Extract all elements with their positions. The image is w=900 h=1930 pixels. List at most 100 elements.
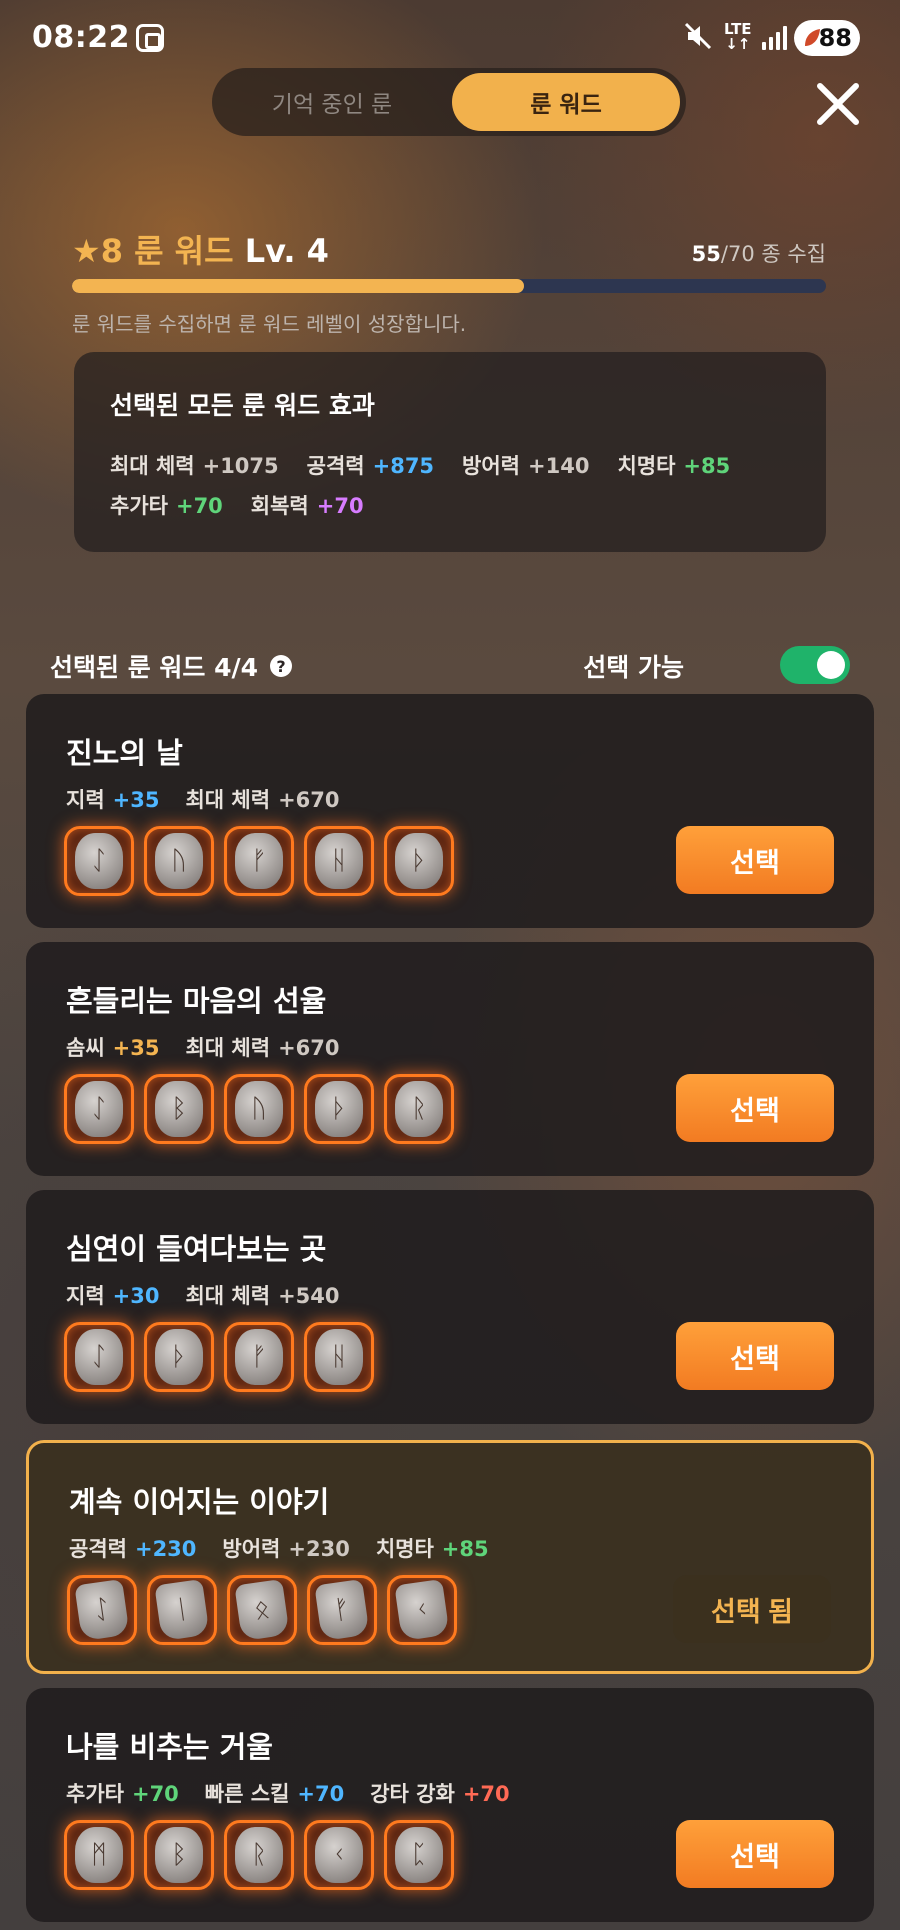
rune-slots: ᛇᛁᛟᚠᚲ <box>67 1575 457 1645</box>
rune-icon[interactable]: ᚲ <box>304 1820 374 1890</box>
rune-glyph: ᚠ <box>235 833 283 889</box>
level-label: Lv. 4 <box>244 232 329 270</box>
select-button[interactable]: 선택 <box>676 1820 834 1888</box>
stat-value: +230 <box>134 1537 197 1561</box>
stat-value: +85 <box>441 1537 489 1561</box>
selected-rune-words-header: 선택된 룬 워드 4/4 ? <box>50 648 293 684</box>
rune-icon[interactable]: ᛇ <box>64 1074 134 1144</box>
rune-glyph: ᚺ <box>315 1329 363 1385</box>
tab-rune-words[interactable]: 룬 워드 <box>452 73 680 131</box>
rune-slots: ᛇᚦᚠᚺ <box>64 1322 374 1392</box>
close-button[interactable] <box>814 80 862 128</box>
stat-value: +1075 <box>202 454 279 478</box>
stat-item: 최대 체력 +670 <box>185 784 339 814</box>
battery-saver-icon <box>805 29 820 46</box>
rune-word-card[interactable]: 계속 이어지는 이야기 공격력 +230 방어력 +230 치명타 +85 ᛇ ᛁ ᛟ ᚠ ᚲ 선택 됨 <box>26 1440 874 1674</box>
rune-word-card[interactable]: 진노의 날 지력 +35 최대 체력 +670 ᛇ ᚢ ᚠ ᚺ ᚦ 선택 <box>26 694 874 928</box>
stat-value: +30 <box>112 1284 160 1308</box>
rune-icon[interactable]: ᛇ <box>64 1322 134 1392</box>
rune-icon[interactable]: ᚢ <box>224 1074 294 1144</box>
screen-capture-icon <box>136 24 164 52</box>
rune-word-stats: 솜씨 +35 최대 체력 +670 <box>66 1032 340 1062</box>
stat-name: 회복력 <box>250 494 309 518</box>
stat-value: +670 <box>278 1036 340 1060</box>
stat-value: +70 <box>131 1782 179 1806</box>
battery-indicator: 88 <box>794 20 860 56</box>
rune-icon[interactable]: ᛇ <box>64 826 134 896</box>
select-button[interactable]: 선택 <box>676 1074 834 1142</box>
rune-glyph: ᚢ <box>235 1081 283 1137</box>
stat-item: 추가타 +70 <box>110 490 223 520</box>
rune-word-title: 나를 비추는 거울 <box>66 1730 273 1764</box>
rune-icon[interactable]: ᛒ <box>144 1074 214 1144</box>
rune-glyph: ᚱ <box>395 1081 443 1137</box>
selected-count-label: 선택된 룬 워드 4/4 <box>50 653 259 682</box>
stat-name: 지력 <box>66 788 105 812</box>
tab-memorized-runes[interactable]: 기억 중인 룬 <box>218 73 446 131</box>
selectable-label: 선택 가능 <box>583 653 684 682</box>
stat-value: +70 <box>297 1782 345 1806</box>
select-button[interactable]: 선택 <box>676 826 834 894</box>
rune-icon[interactable]: ᛗ <box>64 1820 134 1890</box>
rune-icon[interactable]: ᚠ <box>307 1575 377 1645</box>
level-progress-fill <box>72 279 525 293</box>
select-button[interactable]: 선택 <box>676 1322 834 1390</box>
rune-glyph: ᛇ <box>75 1081 123 1137</box>
rune-icon[interactable]: ᛒ <box>144 1820 214 1890</box>
help-icon[interactable]: ? <box>270 655 293 677</box>
rune-icon[interactable]: ᚦ <box>384 826 454 896</box>
rune-word-stats: 공격력 +230 방어력 +230 치명타 +85 <box>69 1533 489 1563</box>
rune-icon[interactable]: ᛁ <box>147 1575 217 1645</box>
stat-value: +35 <box>112 788 160 812</box>
rune-icon[interactable]: ᚱ <box>224 1820 294 1890</box>
rune-word-card[interactable]: 흔들리는 마음의 선율 솜씨 +35 최대 체력 +670 ᛇ ᛒ ᚢ ᚦ ᚱ 선택 <box>26 942 874 1176</box>
rune-word-stats: 추가타 +70 빠른 스킬 +70 강타 강화 +70 <box>66 1778 510 1808</box>
stat-value: +140 <box>528 454 590 478</box>
rune-word-card[interactable]: 나를 비추는 거울 추가타 +70 빠른 스킬 +70 강타 강화 +70 ᛗ ᛒ ᚱ ᚲ ᛈ 선택 <box>26 1688 874 1922</box>
rune-icon[interactable]: ᛟ <box>227 1575 297 1645</box>
rune-glyph: ᚺ <box>315 833 363 889</box>
stat-item: 추가타 +70 <box>66 1778 179 1808</box>
rune-glyph: ᛟ <box>234 1578 290 1642</box>
stat-name: 공격력 <box>69 1537 127 1561</box>
rune-icon[interactable]: ᛈ <box>384 1820 454 1890</box>
rune-glyph: ᛁ <box>154 1578 210 1642</box>
rune-glyph: ᛇ <box>74 1578 130 1642</box>
stat-item: 빠른 스킬 +70 <box>205 1778 344 1808</box>
rune-icon[interactable]: ᚠ <box>224 826 294 896</box>
rune-glyph: ᛈ <box>395 1827 443 1883</box>
stat-name: 최대 체력 <box>185 788 271 812</box>
rune-icon[interactable]: ᚢ <box>144 826 214 896</box>
rune-slots: ᛇᛒᚢᚦᚱ <box>64 1074 454 1144</box>
stat-value: +230 <box>288 1537 350 1561</box>
stat-name: 최대 체력 <box>185 1036 271 1060</box>
stat-name: 솜씨 <box>66 1036 105 1060</box>
rune-icon[interactable]: ᚲ <box>387 1575 457 1645</box>
rune-icon[interactable]: ᚠ <box>224 1322 294 1392</box>
rune-icon[interactable]: ᚦ <box>144 1322 214 1392</box>
rune-word-stats: 지력 +30 최대 체력 +540 <box>66 1280 340 1310</box>
rune-glyph: ᚲ <box>315 1827 363 1883</box>
rune-icon[interactable]: ᚦ <box>304 1074 374 1144</box>
stat-value: +35 <box>112 1036 160 1060</box>
selectable-toggle[interactable] <box>780 646 850 684</box>
battery-level: 88 <box>818 24 852 52</box>
selected-button[interactable]: 선택 됨 <box>673 1575 831 1643</box>
stat-name: 치명타 <box>617 454 676 478</box>
rune-icon[interactable]: ᚺ <box>304 826 374 896</box>
star-grade: ★8 <box>72 232 123 270</box>
stat-item: 최대 체력 +670 <box>185 1032 339 1062</box>
stat-name: 빠른 스킬 <box>204 1782 290 1806</box>
rune-glyph: ᛒ <box>155 1081 203 1137</box>
rune-icon[interactable]: ᚱ <box>384 1074 454 1144</box>
stat-item: 치명타 +85 <box>617 450 730 480</box>
rune-icon[interactable]: ᛇ <box>67 1575 137 1645</box>
stat-name: 방어력 <box>222 1537 281 1561</box>
rune-word-title: 계속 이어지는 이야기 <box>69 1485 330 1519</box>
rune-word-card[interactable]: 심연이 들여다보는 곳 지력 +30 최대 체력 +540 ᛇ ᚦ ᚠ ᚺ 선택 <box>26 1190 874 1424</box>
rune-icon[interactable]: ᚺ <box>304 1322 374 1392</box>
rune-slots: ᛗᛒᚱᚲᛈ <box>64 1820 454 1890</box>
mute-icon <box>684 22 712 57</box>
close-icon <box>817 83 859 125</box>
rune-glyph: ᚠ <box>314 1578 370 1642</box>
